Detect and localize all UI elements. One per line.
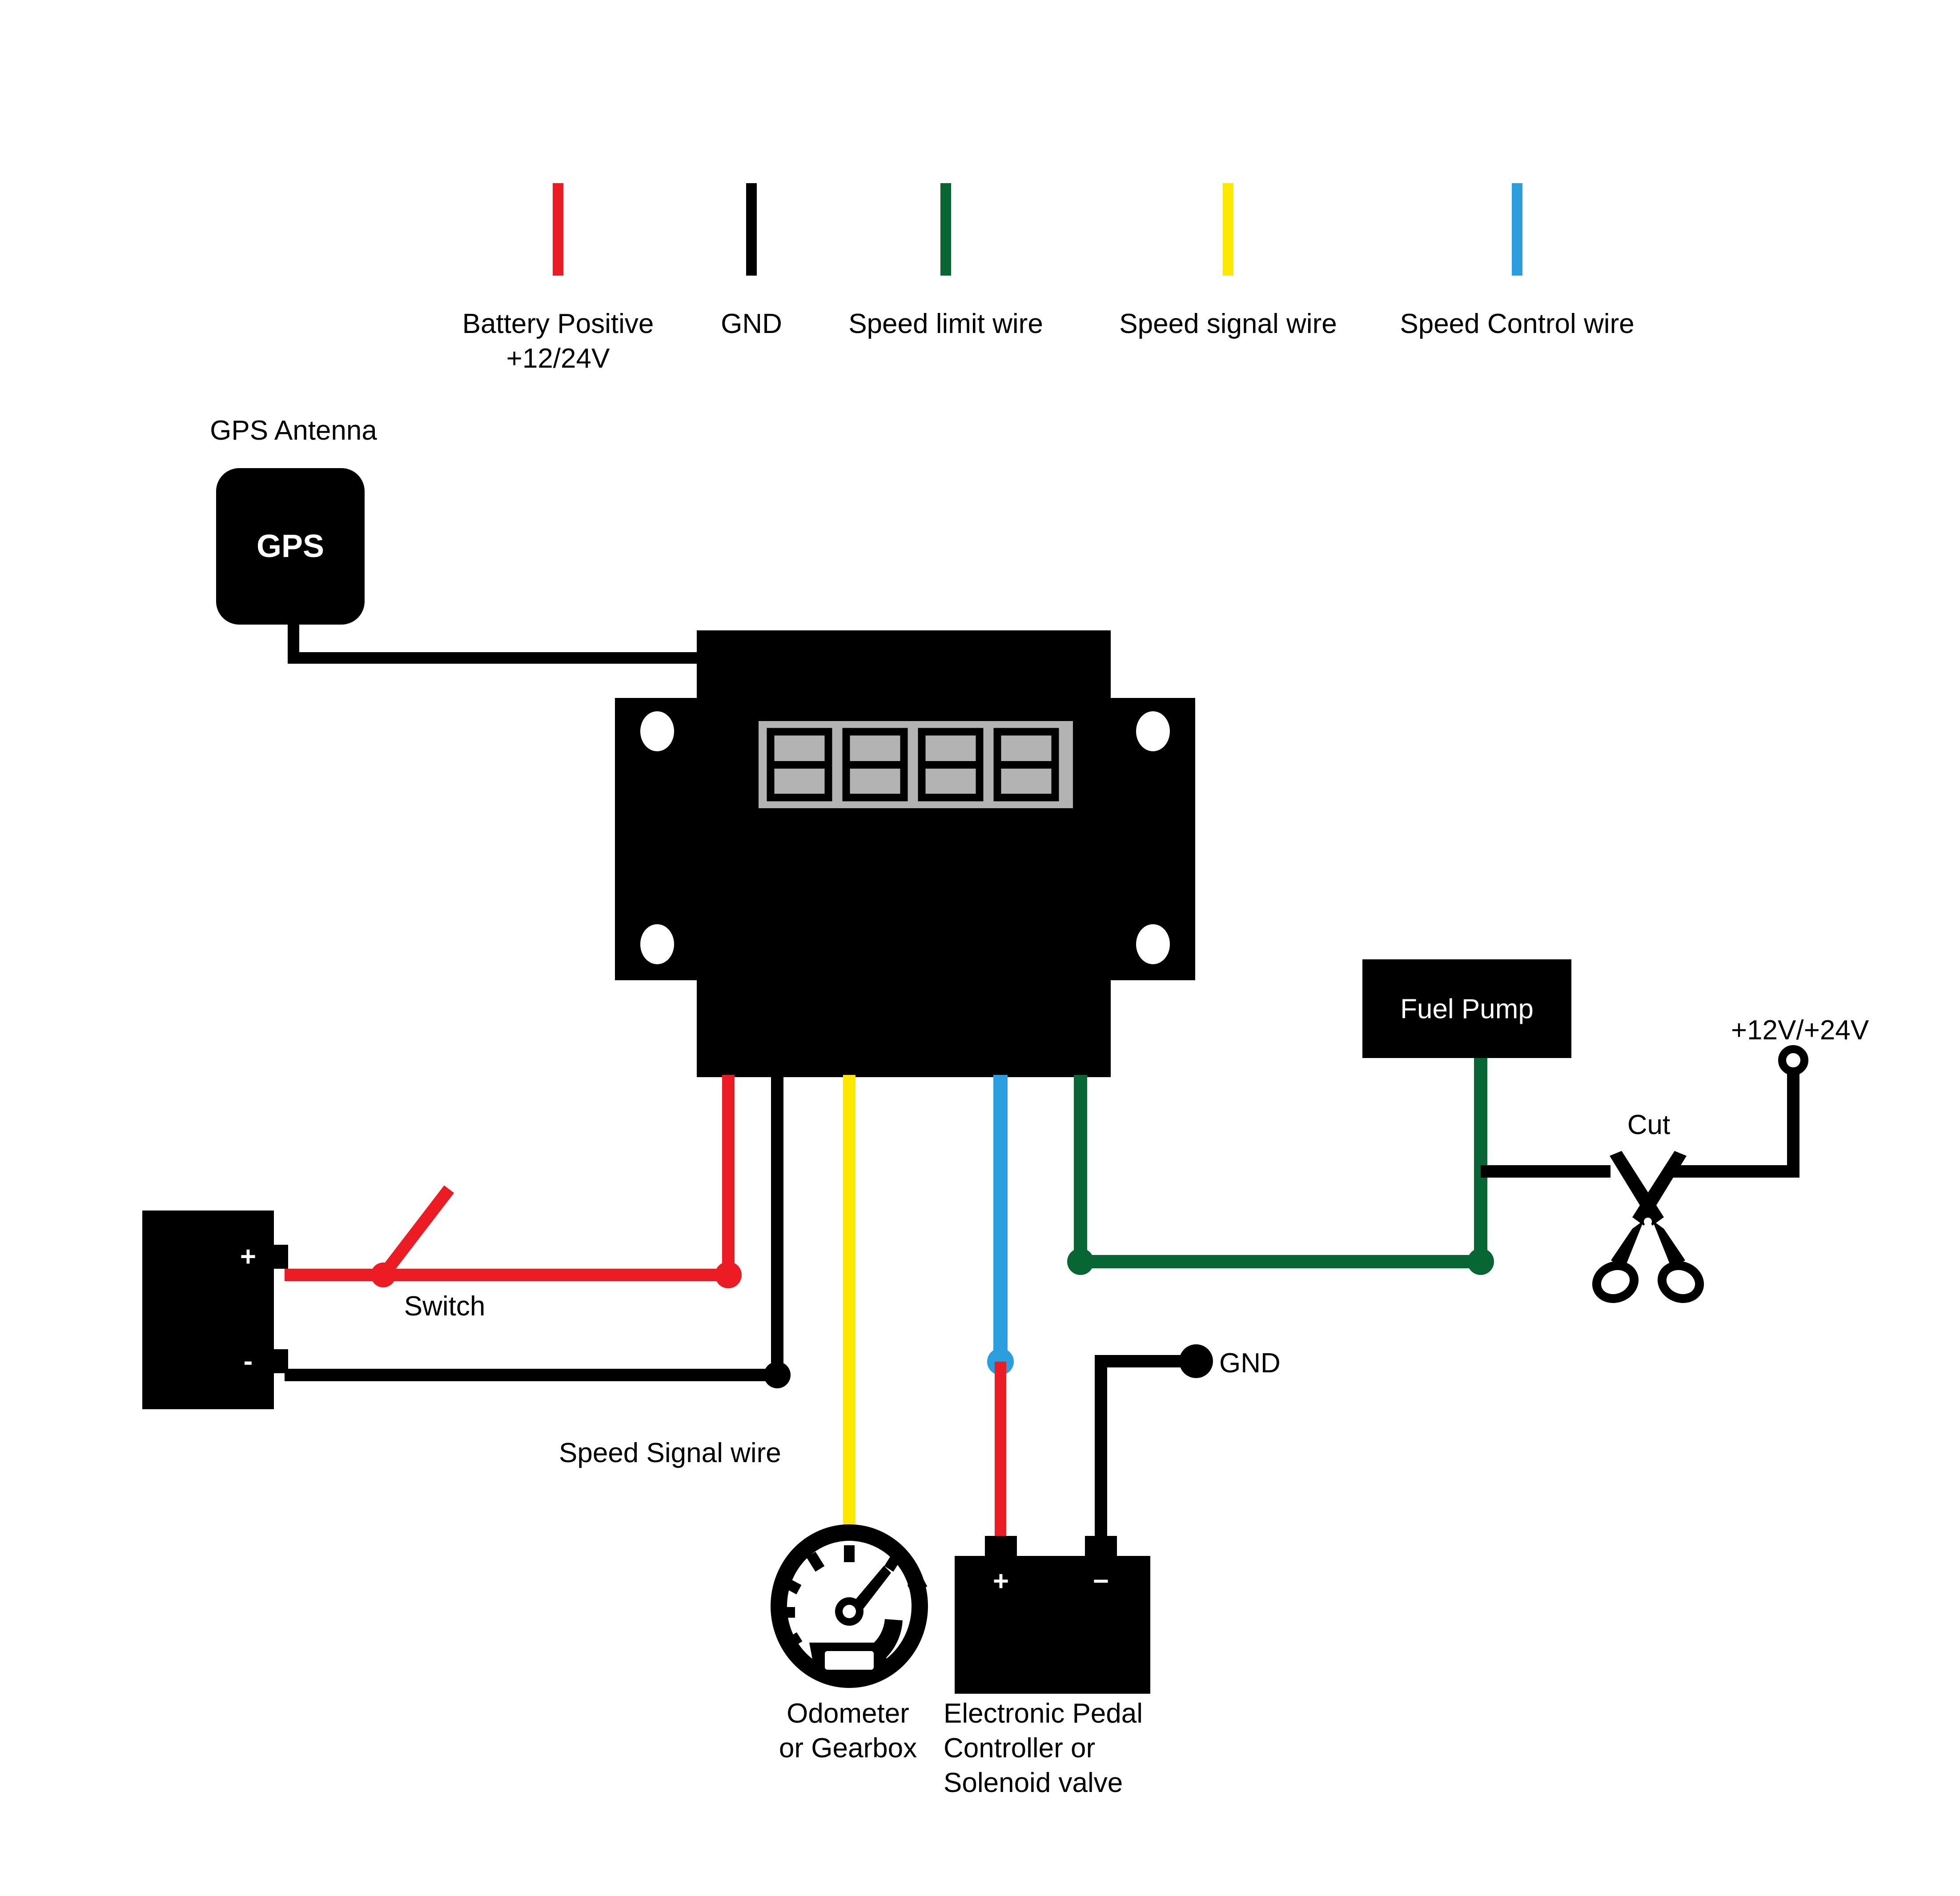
cut-label: Cut: [1627, 1110, 1671, 1140]
pedal-controller-caption: Electronic Pedal Controller or Solenoid …: [944, 1698, 1143, 1798]
source-battery-group: [142, 1211, 288, 1409]
speedometer-icon: [771, 1524, 928, 1688]
switch-pivot-node: [371, 1263, 396, 1287]
red-battery-positive-wire: [383, 1075, 735, 1281]
ground-node-label: GND: [1219, 1348, 1281, 1379]
supply-terminal-ring: [1778, 1045, 1808, 1075]
main-control-unit: [615, 630, 1195, 1077]
pedal-controller-body: [955, 1556, 1150, 1694]
source-battery-positive-post: [274, 1245, 288, 1269]
legend-swatches: [553, 183, 1522, 276]
legend-label-battery-positive: Battery Positive +12/24V: [462, 309, 654, 374]
blue-wire-swatch: [1512, 183, 1522, 276]
green-bend-node: [1067, 1248, 1094, 1275]
legend-label-speed-control: Speed Control wire: [1400, 309, 1635, 339]
pedal-controller-plus-label: +: [992, 1566, 1009, 1597]
green-speed-limit-wire: [1074, 1075, 1481, 1268]
mount-hole-top-left: [640, 711, 674, 751]
diagram-svg: [142, 183, 1808, 1694]
source-battery-negative-post: [274, 1349, 288, 1373]
gnd-node-dot: [1179, 1344, 1213, 1378]
red-wire-swatch: [553, 183, 563, 276]
gps-antenna-body-label: GPS: [256, 529, 325, 564]
mount-hole-bottom-right: [1136, 924, 1170, 964]
pedal-gnd-wire: [1095, 1355, 1187, 1538]
legend-label-speed-limit: Speed limit wire: [848, 309, 1043, 339]
pedal-controller-group: [955, 1536, 1150, 1694]
source-battery-plus-label: +: [240, 1241, 257, 1272]
black-wire-swatch: [746, 183, 757, 276]
speed-signal-wire-label: Speed Signal wire: [559, 1438, 781, 1468]
switch-blade: [378, 1185, 454, 1279]
supply-terminal-label: +12V/+24V: [1731, 1015, 1869, 1046]
red-junction-node: [715, 1262, 742, 1288]
black-gnd-junction-node: [764, 1362, 791, 1388]
cut-wire-right-segment: [1672, 1067, 1799, 1178]
pedal-controller-positive-post: [985, 1536, 1017, 1557]
mount-hole-top-right: [1136, 711, 1170, 751]
legend-label-speed-signal: Speed signal wire: [1119, 309, 1337, 339]
yellow-wire-swatch: [1223, 183, 1233, 276]
main-unit-lower-body: [697, 969, 1111, 1077]
black-gnd-wire: [285, 1075, 783, 1381]
legend-label-gnd: GND: [721, 309, 782, 339]
green-fuel-pump-node: [1467, 1248, 1494, 1275]
fuel-pump-label: Fuel Pump: [1400, 994, 1534, 1025]
source-battery-body: [142, 1211, 274, 1409]
pedal-controller-minus-label: −: [1092, 1566, 1109, 1597]
source-battery-minus-label: -: [243, 1346, 253, 1377]
switch-label: Switch: [404, 1291, 486, 1322]
mount-hole-bottom-left: [640, 924, 674, 964]
gps-cable: [288, 618, 698, 664]
odometer-caption: Odometer or Gearbox: [779, 1698, 917, 1764]
gps-antenna-caption: GPS Antenna: [210, 415, 377, 446]
green-wire-swatch: [940, 183, 951, 276]
wiring-diagram-canvas: Battery Positive +12/24V GND Speed limit…: [0, 0, 1960, 1896]
pedal-controller-negative-post: [1085, 1536, 1117, 1557]
